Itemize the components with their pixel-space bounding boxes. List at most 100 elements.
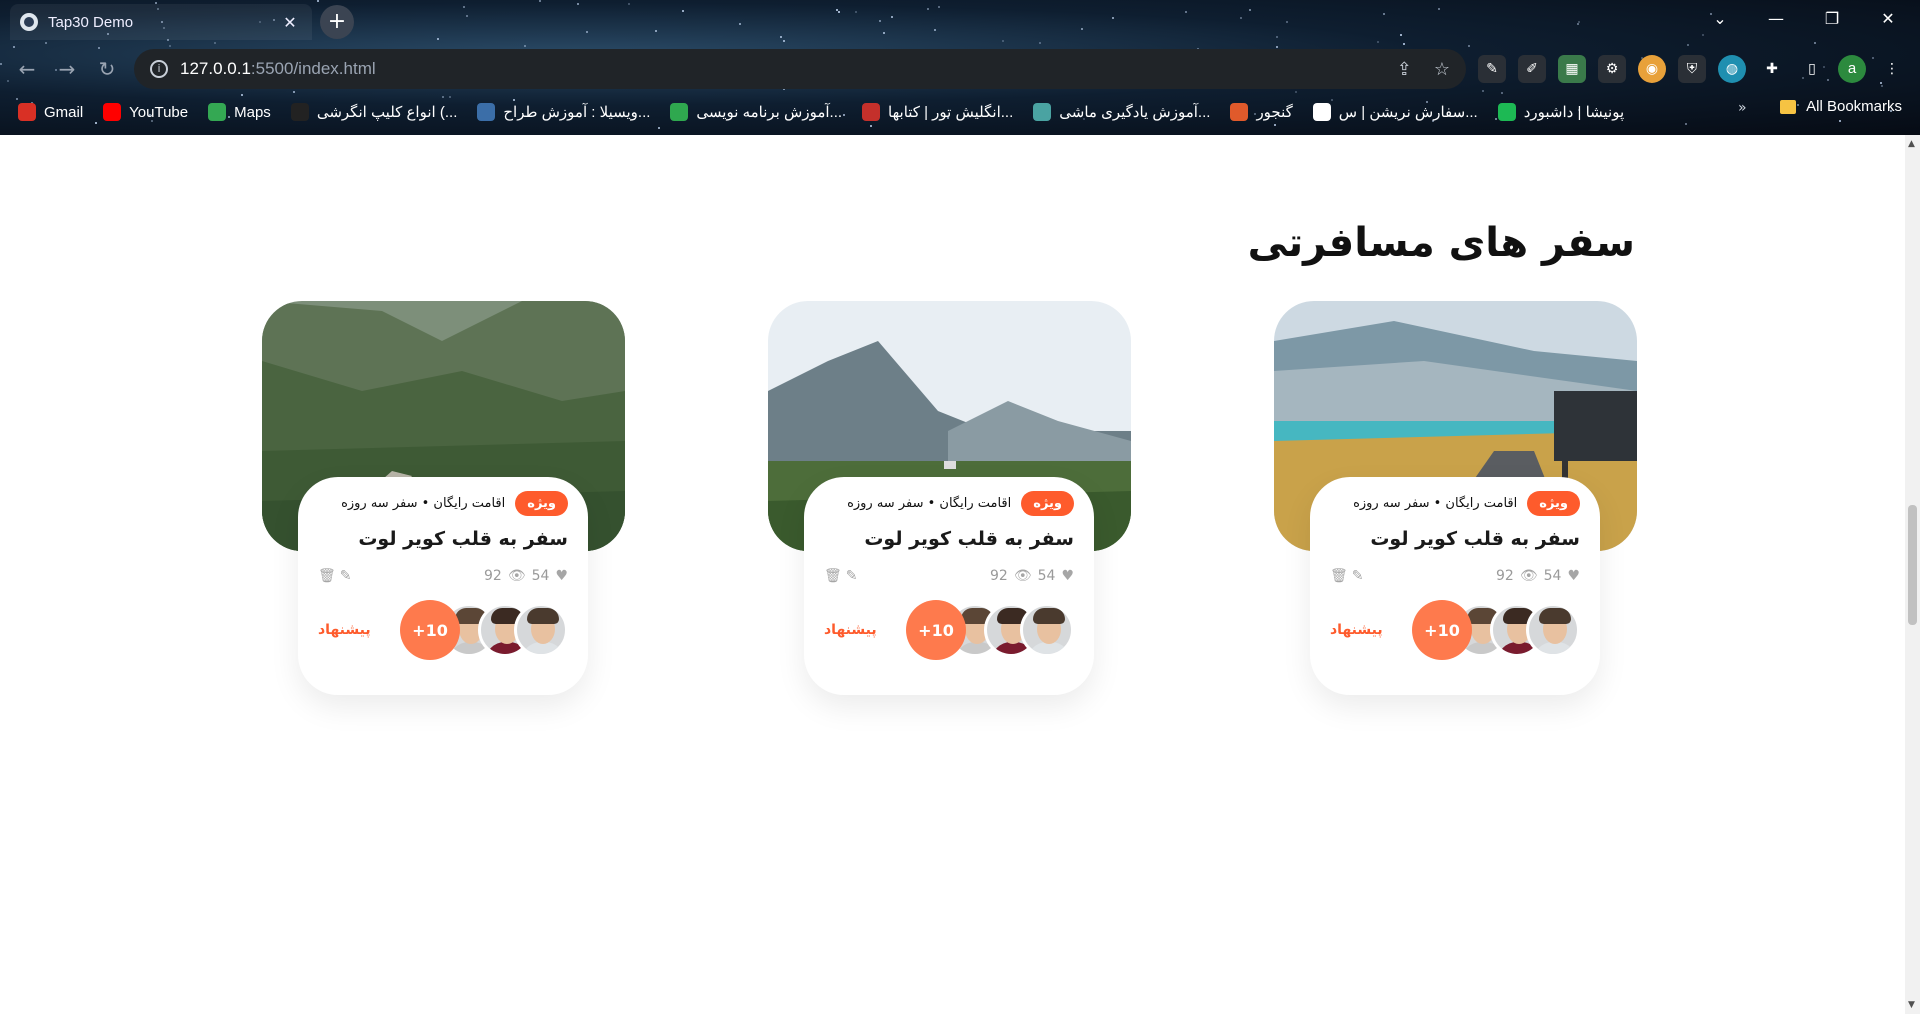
bookmark-item[interactable]: آموزش یادگیری ماشی...	[1033, 103, 1210, 121]
side-panel-icon[interactable]: ▯	[1798, 55, 1826, 83]
bookmark-star-icon[interactable]: ☆	[1434, 59, 1450, 80]
shield-extension-icon[interactable]: ⛨	[1678, 55, 1706, 83]
avatar-hair	[1539, 608, 1571, 624]
scroll-down-icon[interactable]: ▼	[1908, 1000, 1915, 1010]
edit-icon[interactable]: ✎	[1352, 568, 1364, 584]
puzzle-icon[interactable]: ✚	[1758, 55, 1786, 83]
avatar-shirt	[1027, 642, 1071, 654]
card-body: ویژه اقامت رایگان • سفر سه روزه سفر به قلب…	[804, 477, 1094, 695]
likes-count: 54	[1543, 568, 1562, 584]
menu-dots-icon[interactable]: ⋮	[1878, 55, 1906, 83]
star-decoration	[1185, 11, 1187, 13]
star-decoration	[1482, 90, 1484, 92]
bookmark-label: آموزش یادگیری ماشی...	[1059, 104, 1211, 121]
tab-search-icon[interactable]: ⌄	[1692, 0, 1748, 40]
star-decoration	[783, 40, 785, 42]
star-decoration	[0, 63, 2, 65]
star-decoration	[1687, 44, 1689, 46]
all-bookmarks-button[interactable]: All Bookmarks	[1780, 98, 1902, 115]
folder-icon	[1780, 99, 1797, 114]
ganjoor-icon	[1230, 103, 1249, 121]
bookmarks-overflow-icon[interactable]: »	[1738, 100, 1747, 116]
bookmark-label: پونیشا | داشبورد	[1523, 104, 1625, 121]
star-decoration	[1276, 36, 1278, 38]
card-actions: 🗑 ✎	[318, 568, 352, 584]
minimize-button[interactable]: —	[1748, 0, 1804, 40]
offer-link[interactable]: پیشنهاد	[1330, 622, 1383, 638]
address-bar[interactable]: i 127.0.0.1 :5500/index.html ⇪ ☆	[134, 49, 1466, 89]
heart-icon[interactable]: ♥	[1567, 568, 1580, 584]
forward-button[interactable]: →	[50, 52, 84, 86]
bookmark-label: انگلیش تور | کتابها...	[888, 104, 1014, 121]
heart-icon[interactable]: ♥	[1061, 568, 1074, 584]
vpn-extension-icon[interactable]: ◍	[1718, 55, 1746, 83]
gear-extension-icon[interactable]: ⚙	[1598, 55, 1626, 83]
heart-icon[interactable]: ♥	[555, 568, 568, 584]
color-extension-icon[interactable]: ◉	[1638, 55, 1666, 83]
card-title: سفر به قلب کویر لوت	[864, 528, 1074, 550]
restore-button[interactable]: ❐	[1804, 0, 1860, 40]
site-info-icon[interactable]: i	[150, 60, 168, 78]
offer-link[interactable]: پیشنهاد	[318, 622, 371, 638]
bookmark-item[interactable]: سفارش نریشن | س...	[1312, 103, 1478, 121]
scroll-thumb[interactable]	[1908, 505, 1917, 625]
bookmark-item[interactable]: YouTube	[103, 103, 188, 121]
browser-tab[interactable]: Tap30 Demo ✕	[10, 4, 312, 40]
close-window-button[interactable]: ✕	[1860, 0, 1916, 40]
trash-icon[interactable]: 🗑	[824, 568, 842, 584]
ponisha-icon	[1497, 103, 1516, 121]
reload-button[interactable]: ↻	[90, 52, 124, 86]
scrollbar[interactable]: ▲ ▼	[1905, 135, 1920, 1014]
card-meta-row: ویژه اقامت رایگان • سفر سه روزه	[824, 491, 1074, 516]
avatar-hair	[527, 608, 559, 624]
star-decoration	[682, 10, 684, 12]
edit-icon[interactable]: ✎	[846, 568, 858, 584]
design-icon	[477, 103, 496, 121]
close-tab-icon[interactable]: ✕	[278, 13, 302, 32]
trash-icon[interactable]: 🗑	[1330, 568, 1348, 584]
calendar-extension-icon[interactable]: ▦	[1558, 55, 1586, 83]
bookmark-item[interactable]: ویسیلا : آموزش طراح...	[477, 103, 650, 121]
card-stats-row: 92 👁 54 ♥ 🗑 ✎	[824, 568, 1074, 584]
star-decoration	[7, 80, 9, 82]
star-decoration	[1276, 46, 1278, 48]
bookmark-item[interactable]: آموزش برنامه نویسی...	[670, 103, 842, 121]
bookmark-item[interactable]: پونیشا | داشبورد	[1497, 103, 1625, 121]
card-meta-row: ویژه اقامت رایگان • سفر سه روزه	[1330, 491, 1580, 516]
url-path: :5500/index.html	[250, 59, 376, 78]
scroll-up-icon[interactable]: ▲	[1908, 139, 1915, 149]
star-decoration	[13, 46, 15, 48]
trash-icon[interactable]: 🗑	[318, 568, 336, 584]
card-meta-text: اقامت رایگان • سفر سه روزه	[847, 496, 1012, 511]
star-decoration	[938, 6, 940, 8]
bookmark-item[interactable]: Gmail	[18, 103, 83, 121]
views-count: 92	[1496, 568, 1514, 584]
offer-link[interactable]: پیشنهاد	[824, 622, 877, 638]
star-decoration	[855, 11, 857, 13]
special-badge: ویژه	[1021, 491, 1074, 516]
bookmark-item[interactable]: انگلیش تور | کتابها...	[862, 103, 1013, 121]
traveler-avatar	[514, 603, 568, 657]
card-actions: 🗑 ✎	[824, 568, 858, 584]
pen-extension-icon[interactable]: ✎	[1478, 55, 1506, 83]
share-icon[interactable]: ⇪	[1397, 59, 1412, 80]
bookmark-label: YouTube	[129, 103, 189, 121]
star-decoration	[586, 31, 588, 33]
card-title: سفر به قلب کویر لوت	[358, 528, 568, 550]
star-decoration	[437, 38, 439, 40]
bookmark-item[interactable]: انواع کلیپ انگرشی (...	[290, 103, 457, 121]
back-button[interactable]: ←	[10, 52, 44, 86]
profile-avatar[interactable]: a	[1838, 55, 1866, 83]
bookmark-item[interactable]: Maps	[208, 103, 271, 121]
card-body: ویژه اقامت رایگان • سفر سه روزه سفر به قلب…	[298, 477, 588, 695]
star-decoration	[879, 20, 881, 22]
avatar-shirt	[1533, 642, 1577, 654]
card-title: سفر به قلب کویر لوت	[1370, 528, 1580, 550]
edit-icon[interactable]: ✎	[340, 568, 352, 584]
feather-extension-icon[interactable]: ✐	[1518, 55, 1546, 83]
book-icon	[862, 103, 881, 121]
new-tab-button[interactable]: +	[320, 5, 354, 39]
star-decoration	[317, 0, 319, 2]
bookmark-item[interactable]: گنجور	[1230, 103, 1293, 121]
views-count: 92	[484, 568, 502, 584]
